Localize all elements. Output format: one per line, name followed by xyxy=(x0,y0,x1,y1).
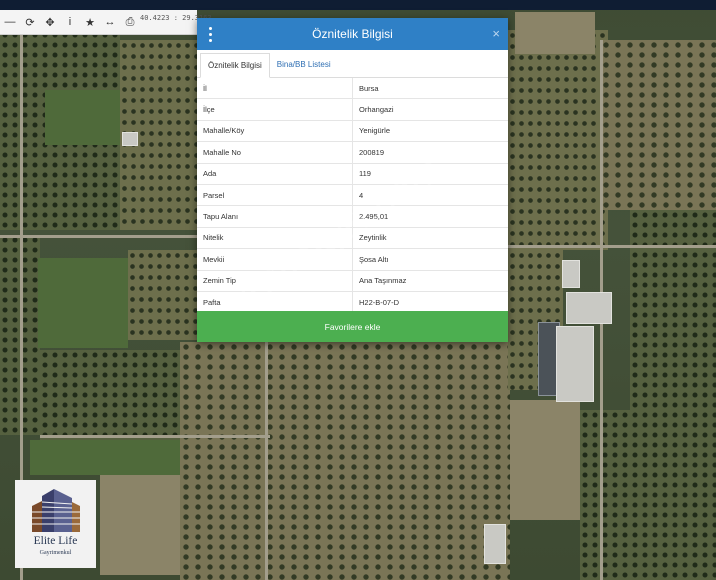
attribute-label: Pafta xyxy=(197,291,353,314)
attribute-row: İlçe Orhangazi xyxy=(197,98,508,121)
building xyxy=(484,524,506,564)
building xyxy=(556,326,594,402)
tab-attribute-info[interactable]: Öznitelik Bilgisi xyxy=(200,53,270,78)
attribute-table: İl Bursa İlçe Orhangazi Mahalle/Köy Yenigürle… xyxy=(197,78,508,314)
attribute-label: Tapu Alanı xyxy=(197,205,353,228)
star-icon[interactable]: ★ xyxy=(80,12,100,32)
olive-grove xyxy=(180,342,510,580)
attribute-label: Ada xyxy=(197,163,353,185)
logo-subtitle: Gayrimenkul xyxy=(39,550,72,556)
dialog-tabs: Öznitelik Bilgisi Bina/BB Listesi xyxy=(197,53,508,78)
road xyxy=(265,340,268,580)
building-logo-icon xyxy=(32,489,80,532)
top-bar xyxy=(0,0,716,10)
attribute-label: İl xyxy=(197,78,353,100)
info-icon[interactable]: i xyxy=(60,12,80,32)
road xyxy=(40,435,270,438)
road xyxy=(508,245,716,248)
close-icon[interactable]: × xyxy=(492,25,500,43)
attribute-row: Zemin Tip Ana Taşınmaz xyxy=(197,270,508,292)
attribute-row: Pafta H22-B-07-D xyxy=(197,291,508,314)
attribute-label: Nitelik xyxy=(197,227,353,250)
attribute-label: Mahalle No xyxy=(197,141,353,164)
attribute-value: Zeytinlik xyxy=(352,227,508,250)
attribute-label: Zemin Tip xyxy=(197,270,353,292)
building xyxy=(566,292,612,324)
building xyxy=(562,260,580,288)
attribute-row: Mahalle/Köy Yenigürle xyxy=(197,120,508,143)
olive-grove xyxy=(630,210,716,580)
olive-grove xyxy=(580,410,640,580)
olive-grove xyxy=(128,250,198,340)
grass-field xyxy=(38,258,128,348)
tab-building-list[interactable]: Bina/BB Listesi xyxy=(270,53,338,77)
bare-field xyxy=(510,400,580,520)
attribute-row: Parsel 4 xyxy=(197,184,508,207)
attribute-row: Nitelik Zeytinlik xyxy=(197,227,508,250)
olive-grove xyxy=(508,30,608,250)
attribute-value: Bursa xyxy=(352,78,508,100)
attribute-value: 119 xyxy=(352,163,508,185)
attribute-row: İl Bursa xyxy=(197,78,508,100)
attribute-row: Mevkii Şosa Altı xyxy=(197,248,508,271)
attribute-value: 200819 xyxy=(352,141,508,164)
olive-grove xyxy=(600,40,716,210)
minus-icon[interactable]: — xyxy=(0,12,20,32)
grass-field xyxy=(30,440,180,475)
dialog-header: Öznitelik Bilgisi × xyxy=(197,18,508,50)
attribute-label: İlçe xyxy=(197,98,353,121)
attribute-label: Mahalle/Köy xyxy=(197,120,353,143)
attribute-value: 4 xyxy=(352,184,508,207)
attribute-label: Parsel xyxy=(197,184,353,207)
menu-icon[interactable] xyxy=(206,25,214,43)
bare-field xyxy=(515,12,595,54)
attribute-label: Mevkii xyxy=(197,248,353,271)
attribute-value: Ana Taşınmaz xyxy=(352,270,508,292)
refresh-icon[interactable]: ⟳ xyxy=(20,12,40,32)
attribute-value: Yenigürle xyxy=(352,120,508,143)
bare-field xyxy=(100,475,180,575)
attribute-value: H22-B-07-D xyxy=(352,291,508,314)
attribute-info-dialog: Öznitelik Bilgisi × Öznitelik Bilgisi Bi… xyxy=(197,18,508,342)
add-favorite-button[interactable]: Favorilere ekle xyxy=(197,311,508,342)
road xyxy=(0,235,200,238)
building xyxy=(122,132,138,146)
dialog-title: Öznitelik Bilgisi xyxy=(312,27,393,41)
logo-name: Elite Life xyxy=(33,535,78,547)
attribute-value: 2.495,01 xyxy=(352,205,508,228)
attribute-value: Orhangazi xyxy=(352,98,508,121)
move-icon[interactable]: ✥ xyxy=(40,12,60,32)
attribute-value: Şosa Altı xyxy=(352,248,508,271)
measure-icon[interactable]: ↔ xyxy=(100,12,120,32)
attribute-row: Ada 119 xyxy=(197,163,508,185)
attribute-row: Tapu Alanı 2.495,01 xyxy=(197,205,508,228)
attribute-row: Mahalle No 200819 xyxy=(197,141,508,164)
print-icon[interactable]: ⎙ xyxy=(120,12,140,32)
company-logo: Elite Life Gayrimenkul xyxy=(15,480,96,568)
